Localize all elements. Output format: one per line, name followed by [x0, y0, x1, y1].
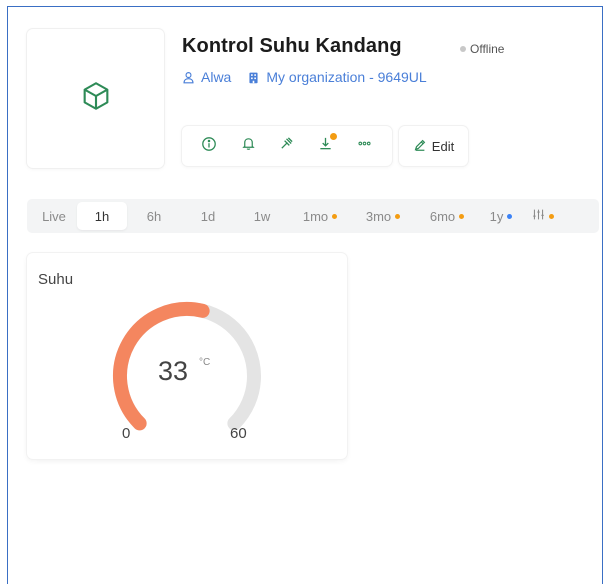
- premium-dot: [507, 213, 513, 219]
- gauge-value: 33: [158, 356, 189, 386]
- tab-label: 1d: [200, 208, 216, 224]
- tab-1mo[interactable]: 1mo: [289, 202, 351, 230]
- temperature-gauge-widget[interactable]: Suhu 33 °C 0 60: [27, 253, 347, 459]
- owner-link[interactable]: Alwa: [182, 69, 231, 85]
- device-thumbnail: [27, 29, 164, 168]
- device-meta: Alwa My organization - 9649UL: [182, 69, 443, 85]
- tab-label: 1w: [253, 208, 271, 224]
- tab-label: 1y: [489, 208, 504, 224]
- user-icon: [182, 71, 195, 84]
- premium-dot: [549, 213, 554, 219]
- notification-badge: [329, 133, 337, 140]
- tab-label: Live: [42, 208, 66, 224]
- gauge-unit: °C: [199, 357, 211, 368]
- owner-name: Alwa: [201, 69, 232, 85]
- building-icon: [247, 71, 260, 84]
- tab-3mo[interactable]: 3mo: [351, 202, 415, 230]
- tab-6h[interactable]: 6h: [127, 202, 181, 230]
- tools-button[interactable]: [275, 134, 299, 158]
- download-button[interactable]: [314, 133, 338, 158]
- tab-label: 1h: [94, 208, 110, 224]
- edit-label: Edit: [431, 138, 455, 154]
- gauge-min: 0: [122, 425, 131, 442]
- tab-label: 6mo: [429, 208, 456, 224]
- tab-label: 3mo: [365, 208, 392, 224]
- alarm-button[interactable]: [236, 134, 260, 158]
- tab-1d[interactable]: 1d: [181, 202, 235, 230]
- premium-dot: [459, 213, 465, 219]
- premium-dot: [395, 213, 401, 219]
- sliders-icon: [532, 208, 545, 224]
- info-button[interactable]: [197, 134, 221, 158]
- tab-1y[interactable]: 1y: [479, 202, 523, 230]
- status-dot: [460, 46, 466, 52]
- device-toolbar: [182, 126, 392, 166]
- premium-dot: [332, 213, 338, 219]
- bell-icon: [241, 136, 256, 156]
- more-icon: [357, 136, 372, 156]
- tab-live[interactable]: Live: [31, 202, 77, 230]
- more-button[interactable]: [353, 134, 377, 158]
- tab-label: 6h: [146, 208, 162, 224]
- organization-name: My organization - 9649UL: [266, 69, 427, 85]
- info-icon: [201, 136, 217, 157]
- time-range-selector: Live 1h 6h 1d 1w 1mo 3mo 6mo 1y: [27, 199, 599, 233]
- tab-6mo[interactable]: 6mo: [415, 202, 479, 230]
- gauge-max: 60: [230, 425, 247, 442]
- device-title: Kontrol Suhu Kandang: [182, 35, 402, 57]
- cube-icon: [79, 79, 113, 118]
- tab-1h[interactable]: 1h: [77, 202, 127, 230]
- edit-icon: [413, 138, 427, 155]
- status-label: Offline: [470, 42, 505, 56]
- status-badge: Offline: [460, 42, 504, 56]
- organization-link[interactable]: My organization - 9649UL: [247, 69, 427, 85]
- tab-custom-range[interactable]: [523, 202, 563, 230]
- tab-label: 1mo: [302, 208, 329, 224]
- tab-1w[interactable]: 1w: [235, 202, 289, 230]
- tools-icon: [279, 136, 294, 156]
- edit-button[interactable]: Edit: [399, 126, 468, 166]
